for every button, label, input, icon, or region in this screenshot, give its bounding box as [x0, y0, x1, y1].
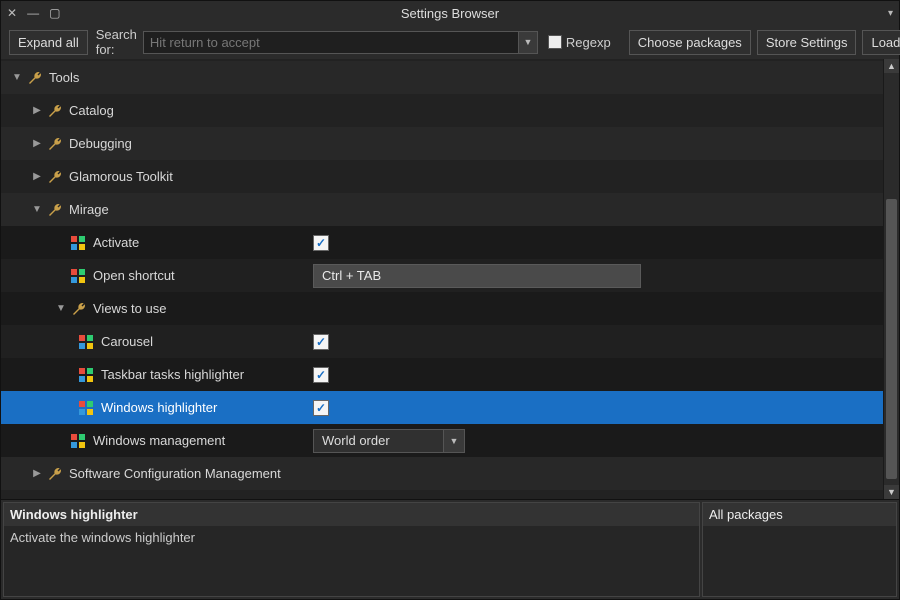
grid-icon [79, 335, 93, 349]
wrench-icon [47, 202, 63, 218]
disclosure-right-icon[interactable]: ▶ [31, 171, 43, 182]
search-label: Search for: [96, 27, 137, 57]
control-area: ✓ [313, 358, 329, 391]
tree-label: Catalog [69, 103, 114, 118]
load-settings-button[interactable]: Load Settings [862, 30, 900, 55]
disclosure-down-icon[interactable]: ▼ [31, 204, 43, 215]
grid-icon [79, 368, 93, 382]
tree-label: Windows management [93, 433, 225, 448]
maximize-icon[interactable]: ▢ [49, 7, 60, 19]
control-area: ✓ [313, 226, 329, 259]
wrench-icon [47, 136, 63, 152]
tree-item-carousel[interactable]: Carousel ✓ [1, 325, 883, 358]
search-input[interactable] [143, 31, 518, 54]
scroll-up-icon[interactable]: ▲ [884, 59, 899, 73]
grid-icon [71, 236, 85, 250]
details-title: Windows highlighter [4, 503, 699, 526]
window-menu-icon[interactable]: ▾ [888, 8, 893, 19]
window-title: Settings Browser [1, 6, 899, 21]
control-area [313, 259, 641, 292]
toolbar: Expand all Search for: ▼ Regexp Choose p… [1, 25, 899, 59]
choose-packages-button[interactable]: Choose packages [629, 30, 751, 55]
wrench-icon [71, 301, 87, 317]
wrench-icon [27, 70, 43, 86]
details-side-title: All packages [703, 503, 896, 526]
regexp-checkbox[interactable] [548, 35, 562, 49]
store-settings-button[interactable]: Store Settings [757, 30, 857, 55]
tree-node-scm[interactable]: ▶ Software Configuration Management [1, 457, 883, 490]
tree-item-activate[interactable]: Activate ✓ [1, 226, 883, 259]
tree-label: Taskbar tasks highlighter [101, 367, 244, 382]
disclosure-right-icon[interactable]: ▶ [31, 138, 43, 149]
grid-icon [71, 269, 85, 283]
tree-label: Tools [49, 70, 79, 85]
tree-label: Windows highlighter [101, 400, 217, 415]
details-main: Windows highlighter Activate the windows… [3, 502, 700, 597]
tree-node-catalog[interactable]: ▶ Catalog [1, 94, 883, 127]
tree-label: Software Configuration Management [69, 466, 281, 481]
open-shortcut-input[interactable] [313, 264, 641, 288]
tree-item-windows-management[interactable]: Windows management World order ▼ [1, 424, 883, 457]
tree-panel: ▼ Tools ▶ Catalog ▶ Debugging ▶ G [1, 59, 899, 499]
vertical-scrollbar[interactable]: ▲ ▼ [883, 59, 899, 499]
control-area: ✓ [313, 391, 329, 424]
taskbar-checkbox[interactable]: ✓ [313, 367, 329, 383]
disclosure-down-icon[interactable]: ▼ [11, 72, 23, 83]
search-history-dropdown[interactable]: ▼ [518, 31, 538, 54]
regexp-label: Regexp [566, 35, 611, 50]
activate-checkbox[interactable]: ✓ [313, 235, 329, 251]
tree-label: Views to use [93, 301, 166, 316]
control-area: World order ▼ [313, 424, 465, 457]
grid-icon [79, 401, 93, 415]
tree-item-windows-highlighter[interactable]: Windows highlighter ✓ [1, 391, 883, 424]
disclosure-right-icon[interactable]: ▶ [31, 468, 43, 479]
regexp-group: Regexp [548, 35, 611, 50]
tree-node-views-to-use[interactable]: ▼ Views to use [1, 292, 883, 325]
details-description: Activate the windows highlighter [4, 526, 699, 549]
windows-management-select[interactable]: World order ▼ [313, 429, 465, 453]
settings-tree[interactable]: ▼ Tools ▶ Catalog ▶ Debugging ▶ G [1, 59, 883, 499]
select-value: World order [313, 429, 443, 453]
wrench-icon [47, 169, 63, 185]
tree-label: Debugging [69, 136, 132, 151]
close-icon[interactable]: ✕ [7, 7, 17, 19]
expand-all-button[interactable]: Expand all [9, 30, 88, 55]
tree-node-glamorous-toolkit[interactable]: ▶ Glamorous Toolkit [1, 160, 883, 193]
tree-item-open-shortcut[interactable]: Open shortcut [1, 259, 883, 292]
tree-node-tools[interactable]: ▼ Tools [1, 61, 883, 94]
windows-highlighter-checkbox[interactable]: ✓ [313, 400, 329, 416]
chevron-down-icon: ▼ [443, 429, 465, 453]
tree-item-taskbar-highlighter[interactable]: Taskbar tasks highlighter ✓ [1, 358, 883, 391]
tree-label: Activate [93, 235, 139, 250]
wrench-icon [47, 466, 63, 482]
tree-node-mirage[interactable]: ▼ Mirage [1, 193, 883, 226]
tree-label: Carousel [101, 334, 153, 349]
tree-node-debugging[interactable]: ▶ Debugging [1, 127, 883, 160]
disclosure-down-icon[interactable]: ▼ [55, 303, 67, 314]
details-panel: Windows highlighter Activate the windows… [1, 499, 899, 599]
window-controls: ✕ — ▢ [7, 7, 60, 19]
minimize-icon[interactable]: — [27, 7, 39, 19]
details-side: All packages [702, 502, 897, 597]
grid-icon [71, 434, 85, 448]
disclosure-right-icon[interactable]: ▶ [31, 105, 43, 116]
control-area: ✓ [313, 325, 329, 358]
tree-label: Mirage [69, 202, 109, 217]
carousel-checkbox[interactable]: ✓ [313, 334, 329, 350]
scrollbar-thumb[interactable] [886, 199, 897, 479]
scroll-down-icon[interactable]: ▼ [884, 485, 899, 499]
wrench-icon [47, 103, 63, 119]
titlebar: ✕ — ▢ Settings Browser ▾ [1, 1, 899, 25]
search-field-group: ▼ [143, 31, 538, 54]
tree-label: Glamorous Toolkit [69, 169, 173, 184]
tree-label: Open shortcut [93, 268, 175, 283]
